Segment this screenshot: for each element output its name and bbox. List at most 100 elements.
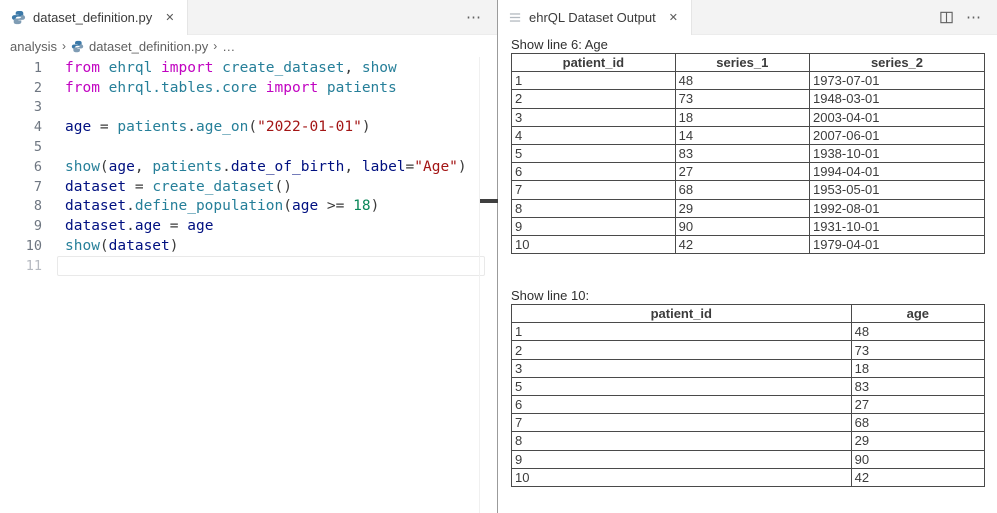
table-cell: 18 xyxy=(675,108,809,126)
code-line[interactable]: 7dataset = create_dataset() xyxy=(0,177,497,197)
code-line[interactable]: 3 xyxy=(0,98,497,118)
close-icon[interactable]: ✕ xyxy=(163,10,176,25)
cursor-decoration xyxy=(480,199,498,203)
table-cell: 8 xyxy=(512,199,676,217)
breadcrumb-item-analysis[interactable]: analysis xyxy=(10,39,57,54)
code-line[interactable]: 4 age = patients.age_on("2022-01-01") xyxy=(0,117,497,137)
table-cell: 10 xyxy=(512,235,676,253)
editor-group-right: ehrQL Dataset Output ✕ ⋯ Show line 6: Ag… xyxy=(498,0,997,513)
line-number: 7 xyxy=(0,179,42,195)
table-cell: 14 xyxy=(675,126,809,144)
breadcrumb-item-file[interactable]: dataset_definition.py xyxy=(89,39,208,54)
table-cell: 1992-08-01 xyxy=(809,199,984,217)
code-line[interactable]: 2 from ehrql.tables.core import patients xyxy=(0,78,497,98)
breadcrumb-item-symbols[interactable]: … xyxy=(222,39,235,54)
table-cell: 7 xyxy=(512,414,852,432)
more-actions-icon[interactable]: ⋯ xyxy=(466,10,482,25)
table-header-row: patient_idage xyxy=(512,305,985,323)
code-line[interactable]: 8dataset.define_population(age >= 18) xyxy=(0,197,497,217)
table-row: 1042 xyxy=(512,468,985,486)
code-text: age = patients.age_on("2022-01-01") xyxy=(65,119,371,135)
code-line[interactable]: 9dataset.age = age xyxy=(0,216,497,236)
code-text: from ehrql.tables.core import patients xyxy=(65,80,397,96)
table-cell: 2003-04-01 xyxy=(809,108,984,126)
table-row: 3182003-04-01 xyxy=(512,108,985,126)
table-row: 829 xyxy=(512,432,985,450)
code-line[interactable]: 6 show(age, patients.date_of_birth, label… xyxy=(0,157,497,177)
column-header: series_2 xyxy=(809,54,984,72)
right-tabbar: ehrQL Dataset Output ✕ ⋯ xyxy=(498,0,997,35)
chevron-right-icon: › xyxy=(62,39,66,53)
table-cell: 2007-06-01 xyxy=(809,126,984,144)
table-row: 148 xyxy=(512,323,985,341)
code-text: from ehrql import create_dataset, show xyxy=(65,60,397,76)
output-table: patient_idage148273318583627768829990104… xyxy=(511,304,985,487)
table-row: 10421979-04-01 xyxy=(512,235,985,253)
table-cell: 1948-03-01 xyxy=(809,90,984,108)
line-number: 11 xyxy=(0,258,42,274)
ehrql-output-webview: Show line 6: Agepatient_idseries_1series… xyxy=(498,35,997,487)
table-cell: 1 xyxy=(512,323,852,341)
list-icon xyxy=(509,11,522,24)
table-row: 4142007-06-01 xyxy=(512,126,985,144)
code-text: show(age, patients.date_of_birth, label=… xyxy=(65,159,467,175)
code-text: dataset.define_population(age >= 18) xyxy=(65,198,379,214)
column-header: patient_id xyxy=(512,54,676,72)
left-editor-actions: ⋯ xyxy=(466,0,497,34)
column-header: series_1 xyxy=(675,54,809,72)
chevron-right-icon: › xyxy=(213,39,217,53)
code-editor[interactable]: 1from ehrql import create_dataset, show2… xyxy=(0,57,497,513)
table-row: 990 xyxy=(512,450,985,468)
line-number: 3 xyxy=(0,99,42,115)
table-cell: 29 xyxy=(675,199,809,217)
table-row: 273 xyxy=(512,341,985,359)
table-cell: 5 xyxy=(512,377,852,395)
table-cell: 68 xyxy=(851,414,984,432)
table-cell: 27 xyxy=(851,396,984,414)
table-cell: 18 xyxy=(851,359,984,377)
table-cell: 3 xyxy=(512,359,852,377)
table-header-row: patient_idseries_1series_2 xyxy=(512,54,985,72)
table-cell: 9 xyxy=(512,217,676,235)
table-row: 5831938-10-01 xyxy=(512,144,985,162)
tab-label: ehrQL Dataset Output xyxy=(529,10,656,25)
tab-ehrql-dataset-output[interactable]: ehrQL Dataset Output ✕ xyxy=(498,0,692,35)
table-cell: 73 xyxy=(675,90,809,108)
table-cell: 8 xyxy=(512,432,852,450)
split-editor-icon[interactable] xyxy=(939,10,954,25)
tab-label: dataset_definition.py xyxy=(33,10,152,25)
table-cell: 83 xyxy=(851,377,984,395)
table-cell: 42 xyxy=(851,468,984,486)
code-line[interactable]: 5 xyxy=(0,137,497,157)
close-icon[interactable]: ✕ xyxy=(667,10,680,25)
table-row: 627 xyxy=(512,396,985,414)
table-cell: 1994-04-01 xyxy=(809,163,984,181)
more-actions-icon[interactable]: ⋯ xyxy=(966,10,982,25)
table-cell: 4 xyxy=(512,126,676,144)
line-number: 2 xyxy=(0,80,42,96)
table-cell: 1979-04-01 xyxy=(809,235,984,253)
line-number: 4 xyxy=(0,119,42,135)
table-cell: 3 xyxy=(512,108,676,126)
table-cell: 1931-10-01 xyxy=(809,217,984,235)
tab-dataset-definition[interactable]: dataset_definition.py ✕ xyxy=(0,0,188,35)
table-cell: 2 xyxy=(512,341,852,359)
overview-ruler[interactable] xyxy=(479,57,497,513)
line-number: 6 xyxy=(0,159,42,175)
table-cell: 29 xyxy=(851,432,984,450)
workbench: dataset_definition.py ✕ ⋯ analysis › dat… xyxy=(0,0,997,513)
table-cell: 1 xyxy=(512,72,676,90)
code-line[interactable]: 10show(dataset) xyxy=(0,236,497,256)
table-row: 583 xyxy=(512,377,985,395)
current-line-highlight xyxy=(57,256,485,276)
left-tabbar: dataset_definition.py ✕ ⋯ xyxy=(0,0,497,35)
table-row: 9901931-10-01 xyxy=(512,217,985,235)
code-line[interactable]: 1from ehrql import create_dataset, show xyxy=(0,58,497,78)
table-cell: 83 xyxy=(675,144,809,162)
column-header: age xyxy=(851,305,984,323)
table-cell: 6 xyxy=(512,163,676,181)
column-header: patient_id xyxy=(512,305,852,323)
table-cell: 9 xyxy=(512,450,852,468)
table-cell: 10 xyxy=(512,468,852,486)
line-number: 10 xyxy=(0,238,42,254)
